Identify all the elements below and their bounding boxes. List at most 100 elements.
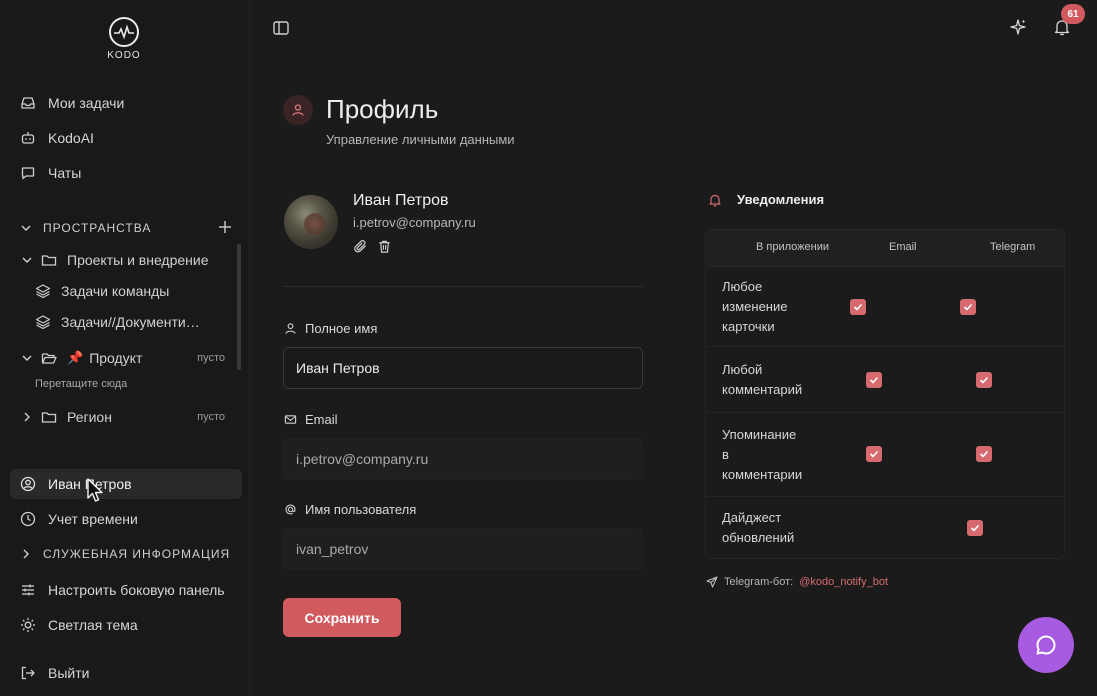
- nav-label: Мои задачи: [48, 95, 125, 111]
- trash-icon[interactable]: [377, 239, 392, 254]
- nav-time-tracking[interactable]: Учет времени: [10, 504, 242, 534]
- clock-icon: [20, 511, 36, 527]
- nav-label: Настроить боковую панель: [48, 582, 225, 598]
- check-icon: [963, 303, 973, 311]
- notifications-header: Уведомления: [708, 192, 824, 207]
- sliders-icon: [22, 584, 34, 596]
- username-label-text: Имя пользователя: [305, 502, 417, 517]
- tree-label: Продукт: [89, 350, 143, 366]
- tree-item-product[interactable]: 📌 Продукт пусто: [21, 345, 233, 371]
- nav-label: Чаты: [48, 165, 82, 181]
- profile-name: Иван Петров: [353, 192, 449, 209]
- tree-label: Регион: [67, 409, 112, 425]
- table-row: Любое изменение карточки: [706, 266, 1064, 346]
- tree-item-docs-tasks[interactable]: Задачи//Документи…: [35, 309, 200, 335]
- mail-icon: [284, 415, 297, 424]
- check-icon: [869, 376, 879, 384]
- username-field[interactable]: ivan_petrov: [283, 528, 643, 570]
- spaces-title: ПРОСТРАНСТВА: [43, 221, 152, 235]
- email-label-text: Email: [305, 412, 338, 427]
- nav-my-tasks[interactable]: Мои задачи: [10, 88, 242, 118]
- avatar[interactable]: [284, 195, 338, 249]
- plus-icon[interactable]: [218, 220, 232, 234]
- email-field[interactable]: i.petrov@company.ru: [283, 438, 643, 480]
- tree-label: Проекты и внедрение: [67, 252, 209, 268]
- notifications-title: Уведомления: [737, 192, 825, 207]
- nav-label: KodoAI: [48, 130, 94, 146]
- at-sign-icon: [285, 504, 296, 515]
- checkbox-mention-email[interactable]: [866, 446, 882, 462]
- divider: [283, 286, 643, 287]
- nav-label: Учет времени: [48, 511, 138, 527]
- chevron-down-icon[interactable]: [21, 352, 33, 364]
- spaces-section-header[interactable]: ПРОСТРАНСТВА: [20, 218, 232, 238]
- notification-count-badge: 61: [1061, 4, 1085, 24]
- row-label: Любое изменение карточки: [722, 279, 788, 334]
- check-icon: [970, 524, 980, 532]
- sidebar: KODO Мои задачи KodoAI Чаты ПРОСТРАНСТВА…: [0, 0, 250, 696]
- sparkle-icon[interactable]: [1009, 18, 1027, 36]
- tree-label: Задачи команды: [61, 283, 170, 299]
- column-in-app: В приложении: [756, 241, 829, 253]
- nav-profile[interactable]: Иван Петров: [10, 469, 242, 499]
- sidebar-scrollbar[interactable]: [237, 244, 241, 370]
- sidebar-toggle-icon[interactable]: [272, 19, 290, 37]
- tree-item-team-tasks[interactable]: Задачи команды: [35, 278, 169, 304]
- empty-tag: пусто: [197, 411, 225, 423]
- telegram-bot-link[interactable]: @kodo_notify_bot: [799, 576, 888, 588]
- page-subtitle: Управление личными данными: [326, 132, 515, 147]
- table-row: Любой комментарий: [706, 346, 1064, 412]
- notifications-table-header: В приложении Email Telegram: [706, 230, 1064, 266]
- check-icon: [979, 450, 989, 458]
- checkbox-comment-email[interactable]: [866, 372, 882, 388]
- checkbox-digest-telegram[interactable]: [967, 520, 983, 536]
- table-row: Упоминание в комментарии: [706, 412, 1064, 496]
- nav-label: Выйти: [48, 665, 90, 681]
- paperclip-icon[interactable]: [353, 239, 368, 254]
- column-email: Email: [889, 241, 917, 253]
- column-telegram: Telegram: [990, 241, 1036, 253]
- user-icon: [285, 323, 296, 334]
- fullname-label-text: Полное имя: [305, 321, 378, 336]
- save-button[interactable]: Сохранить: [283, 598, 401, 637]
- logo[interactable]: KODO: [104, 16, 144, 61]
- logo-text: KODO: [107, 50, 141, 61]
- nav-kodoai[interactable]: KodoAI: [10, 123, 242, 153]
- row-label: Любой комментарий: [722, 362, 803, 397]
- service-section-header[interactable]: СЛУЖЕБНАЯ ИНФОРМАЦИЯ: [20, 544, 232, 564]
- checkbox-mention-telegram[interactable]: [976, 446, 992, 462]
- layers-icon: [35, 315, 51, 330]
- nav-chats[interactable]: Чаты: [10, 158, 242, 188]
- chat-fab-button[interactable]: [1018, 617, 1074, 673]
- checkbox-card-change-app[interactable]: [850, 299, 866, 315]
- checkbox-comment-telegram[interactable]: [976, 372, 992, 388]
- fullname-label: Полное имя: [284, 321, 377, 336]
- check-icon: [979, 376, 989, 384]
- nav-light-theme[interactable]: Светлая тема: [10, 610, 242, 640]
- pin-icon: 📌: [67, 350, 84, 365]
- chevron-right-icon[interactable]: [21, 411, 33, 423]
- folder-icon: [41, 412, 57, 423]
- logout-icon: [21, 666, 35, 680]
- user-icon: [292, 104, 304, 116]
- row-label: Упоминание в комментарии: [722, 427, 803, 482]
- bot-icon: [21, 132, 35, 144]
- empty-tag: пусто: [197, 352, 225, 364]
- fullname-input[interactable]: Иван Петров: [283, 347, 643, 389]
- nav-logout[interactable]: Выйти: [10, 658, 242, 688]
- bell-icon: [709, 194, 721, 206]
- nav-label: Светлая тема: [48, 617, 138, 633]
- chat-icon: [21, 167, 35, 180]
- tree-item-region[interactable]: Регион пусто: [21, 404, 233, 430]
- email-label: Email: [284, 412, 338, 427]
- user-circle-icon: [20, 476, 36, 492]
- nav-customize-sidebar[interactable]: Настроить боковую панель: [10, 575, 242, 605]
- drop-hint[interactable]: Перетащите сюда: [35, 378, 127, 390]
- send-icon: [706, 576, 718, 588]
- table-row: Дайджест обновлений: [706, 496, 1064, 558]
- service-title: СЛУЖЕБНАЯ ИНФОРМАЦИЯ: [43, 547, 231, 561]
- tree-item-projects[interactable]: Проекты и внедрение: [21, 247, 209, 273]
- chevron-down-icon[interactable]: [21, 254, 33, 266]
- checkbox-card-change-email[interactable]: [960, 299, 976, 315]
- mouse-cursor-icon: [87, 478, 103, 502]
